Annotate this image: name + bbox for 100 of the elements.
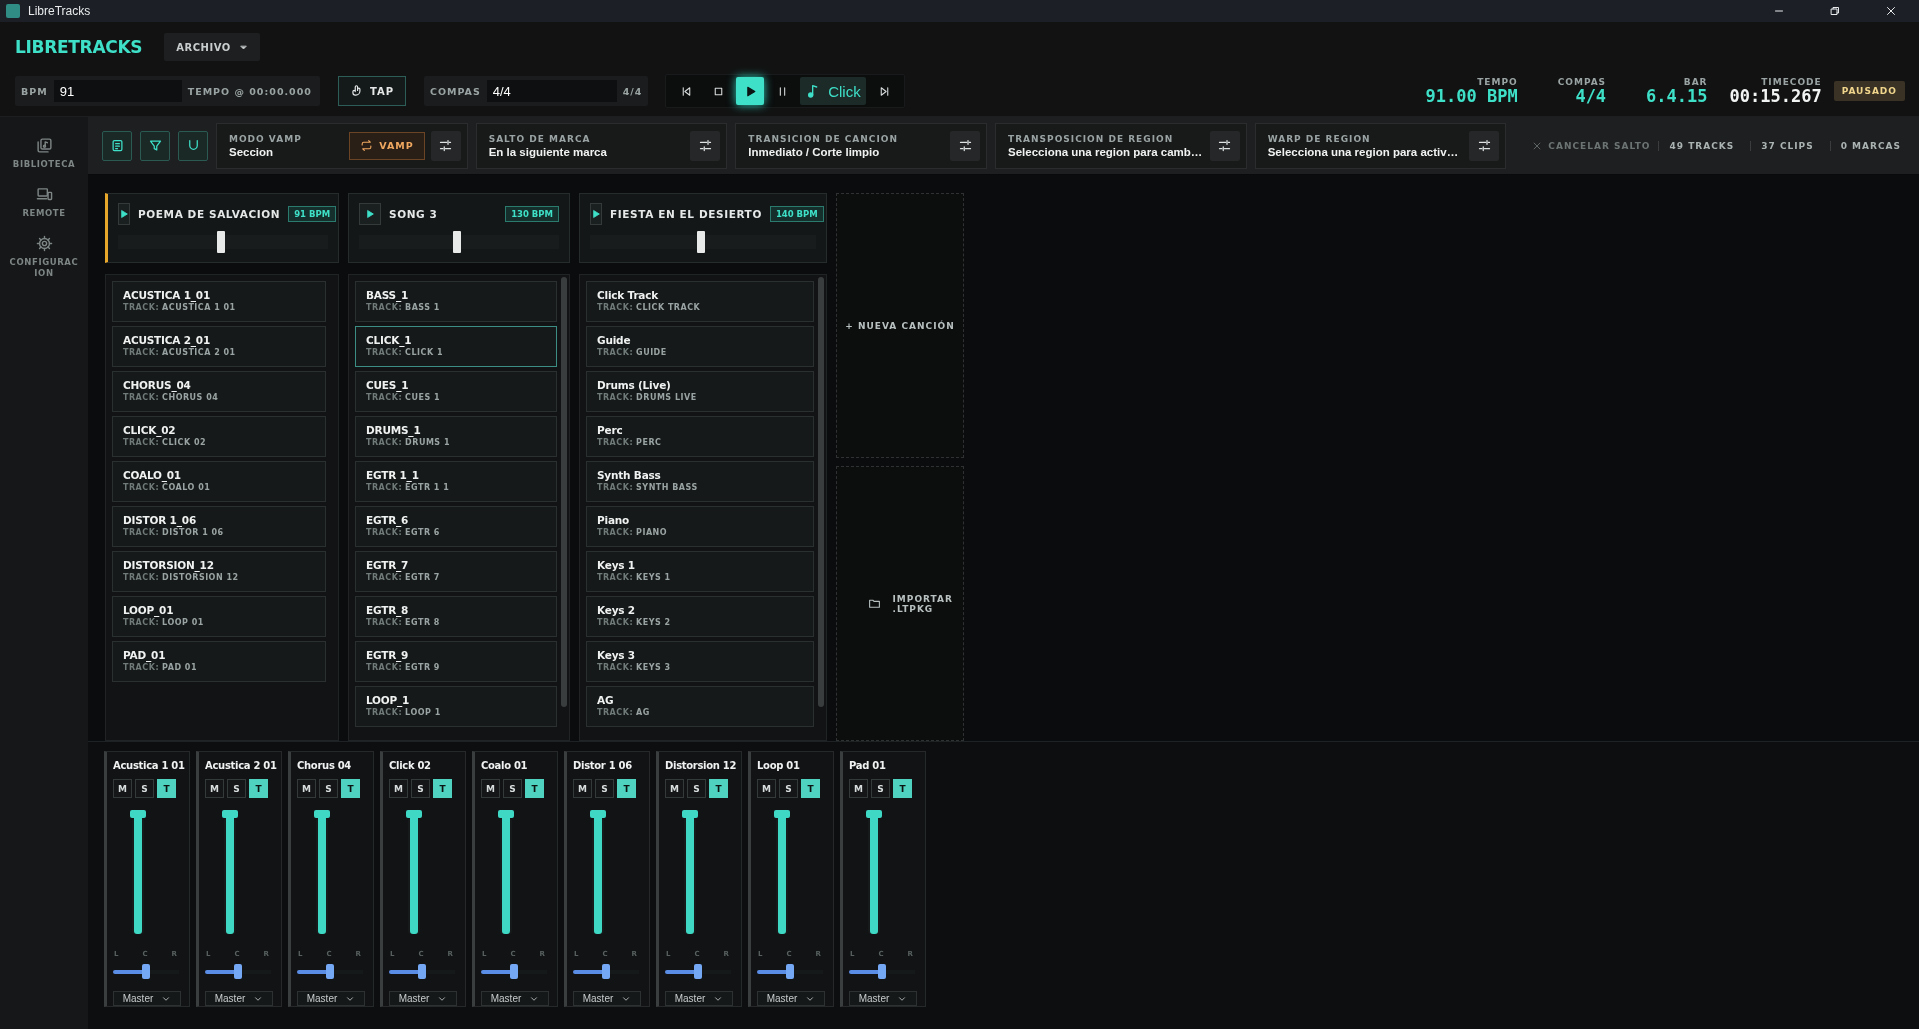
slider-thumb[interactable]: [696, 231, 705, 253]
mute-button[interactable]: M: [389, 779, 408, 798]
clip-item[interactable]: AG TRACK: AG: [586, 686, 814, 727]
track-button[interactable]: T: [709, 779, 728, 798]
pan-handle[interactable]: [418, 964, 426, 979]
track-button[interactable]: T: [341, 779, 360, 798]
solo-button[interactable]: S: [227, 779, 246, 798]
output-dropdown[interactable]: Master: [665, 991, 733, 1006]
song-slider[interactable]: [590, 231, 816, 253]
track-button[interactable]: T: [249, 779, 268, 798]
pan-handle[interactable]: [510, 964, 518, 979]
clip-item[interactable]: CLICK_02 TRACK: CLICK 02: [112, 416, 326, 457]
track-button[interactable]: T: [525, 779, 544, 798]
sidebar-item[interactable]: CONFIGURACION: [6, 231, 82, 283]
slider-thumb[interactable]: [453, 231, 462, 253]
fader-handle[interactable]: [130, 810, 146, 818]
solo-button[interactable]: S: [503, 779, 522, 798]
fader-handle[interactable]: [866, 810, 882, 818]
mute-button[interactable]: M: [757, 779, 776, 798]
play-song-button[interactable]: [359, 203, 381, 225]
pan-handle[interactable]: [142, 964, 150, 979]
mute-button[interactable]: M: [205, 779, 224, 798]
solo-button[interactable]: S: [135, 779, 154, 798]
adjust-button[interactable]: [430, 130, 461, 161]
clip-item[interactable]: Keys 3 TRACK: KEYS 3: [586, 641, 814, 682]
fader-handle[interactable]: [590, 810, 606, 818]
clip-item[interactable]: ACUSTICA 1_01 TRACK: ACUSTICA 1 01: [112, 281, 326, 322]
snap-button[interactable]: [178, 130, 208, 161]
file-menu[interactable]: ARCHIVO: [164, 33, 260, 61]
clip-item[interactable]: DRUMS_1 TRACK: DRUMS 1: [355, 416, 557, 457]
adjust-button[interactable]: [950, 130, 980, 161]
clip-item[interactable]: PAD_01 TRACK: PAD 01: [112, 641, 326, 682]
clip-item[interactable]: Perc TRACK: PERC: [586, 416, 814, 457]
clip-item[interactable]: EGTR_8 TRACK: EGTR 8: [355, 596, 557, 637]
clip-item[interactable]: DISTOR 1_06 TRACK: DISTOR 1 06: [112, 506, 326, 547]
play-button[interactable]: [736, 77, 765, 105]
fader-handle[interactable]: [498, 810, 514, 818]
clip-item[interactable]: Keys 1 TRACK: KEYS 1: [586, 551, 814, 592]
fader-handle[interactable]: [314, 810, 330, 818]
clip-item[interactable]: Piano TRACK: PIANO: [586, 506, 814, 547]
slider-thumb[interactable]: [217, 231, 225, 253]
output-dropdown[interactable]: Master: [849, 991, 917, 1006]
clip-item[interactable]: BASS_1 TRACK: BASS 1: [355, 281, 557, 322]
pan-handle[interactable]: [786, 964, 794, 979]
mute-button[interactable]: M: [849, 779, 868, 798]
solo-button[interactable]: S: [687, 779, 706, 798]
tap-button[interactable]: TAP: [337, 76, 406, 106]
sidebar-item[interactable]: BIBLIOTECA: [6, 133, 82, 174]
output-dropdown[interactable]: Master: [113, 991, 181, 1006]
bpm-field[interactable]: 91: [53, 80, 182, 102]
mute-button[interactable]: M: [113, 779, 132, 798]
compas-field[interactable]: 4/4: [486, 80, 617, 102]
scrollbar[interactable]: [818, 277, 824, 707]
fader-handle[interactable]: [682, 810, 698, 818]
output-dropdown[interactable]: Master: [481, 991, 549, 1006]
mute-button[interactable]: M: [297, 779, 316, 798]
solo-button[interactable]: S: [319, 779, 338, 798]
clip-item[interactable]: Guide TRACK: GUIDE: [586, 326, 814, 367]
adjust-button[interactable]: [1469, 130, 1500, 161]
clip-item[interactable]: LOOP_1 TRACK: LOOP 1: [355, 686, 557, 727]
clip-item[interactable]: COALO_01 TRACK: COALO 01: [112, 461, 326, 502]
adjust-button[interactable]: [690, 130, 721, 161]
pan-handle[interactable]: [694, 964, 702, 979]
mute-button[interactable]: M: [573, 779, 592, 798]
clip-item[interactable]: Keys 2 TRACK: KEYS 2: [586, 596, 814, 637]
clip-item[interactable]: EGTR_6 TRACK: EGTR 6: [355, 506, 557, 547]
output-dropdown[interactable]: Master: [757, 991, 825, 1006]
track-button[interactable]: T: [157, 779, 176, 798]
fader-handle[interactable]: [774, 810, 790, 818]
scrollbar[interactable]: [561, 277, 567, 707]
pan-handle[interactable]: [602, 964, 610, 979]
new-song-button[interactable]: + NUEVA CANCIÓN: [836, 193, 964, 458]
track-button[interactable]: T: [801, 779, 820, 798]
import-button[interactable]: IMPORTAR .LTPKG: [836, 466, 964, 741]
filter-button[interactable]: [140, 130, 170, 161]
vamp-button[interactable]: VAMP: [349, 131, 425, 160]
play-song-button[interactable]: [118, 203, 130, 225]
fader-handle[interactable]: [222, 810, 238, 818]
solo-button[interactable]: S: [871, 779, 890, 798]
clip-item[interactable]: ACUSTICA 2_01 TRACK: ACUSTICA 2 01: [112, 326, 326, 367]
pan-handle[interactable]: [878, 964, 886, 979]
clip-item[interactable]: EGTR 1_1 TRACK: EGTR 1 1: [355, 461, 557, 502]
track-button[interactable]: T: [433, 779, 452, 798]
play-song-button[interactable]: [590, 203, 602, 225]
notes-button[interactable]: [102, 130, 132, 161]
mute-button[interactable]: M: [481, 779, 500, 798]
output-dropdown[interactable]: Master: [573, 991, 641, 1006]
clip-item[interactable]: EGTR_9 TRACK: EGTR 9: [355, 641, 557, 682]
song-slider[interactable]: [359, 231, 559, 253]
sidebar-item[interactable]: REMOTE: [6, 182, 82, 223]
clip-item[interactable]: CHORUS_04 TRACK: CHORUS 04: [112, 371, 326, 412]
output-dropdown[interactable]: Master: [205, 991, 273, 1006]
solo-button[interactable]: S: [411, 779, 430, 798]
clip-item[interactable]: Synth Bass TRACK: SYNTH BASS: [586, 461, 814, 502]
clip-item[interactable]: DISTORSION_12 TRACK: DISTORSION 12: [112, 551, 326, 592]
click-button[interactable]: Click: [800, 77, 867, 105]
solo-button[interactable]: S: [595, 779, 614, 798]
track-button[interactable]: T: [617, 779, 636, 798]
fader-handle[interactable]: [406, 810, 422, 818]
clip-item[interactable]: Click Track TRACK: CLICK TRACK: [586, 281, 814, 322]
